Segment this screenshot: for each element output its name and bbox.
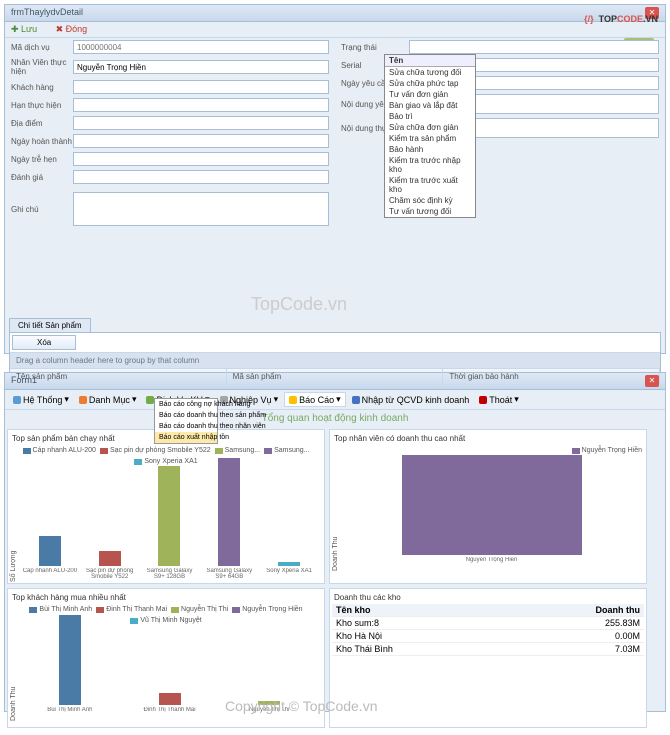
label-trangthai: Trạng thái <box>341 43 409 52</box>
dropdown-item[interactable]: Tư vấn đơn giản <box>385 89 475 100</box>
dropdown-item[interactable]: Bảo hành <box>385 144 475 155</box>
legend: Cáp nhanh ALU-200 Sạc pin dự phòng Smobi… <box>10 445 322 467</box>
copyright: Copyright © TopCode.vn <box>225 698 377 714</box>
dropdown-item[interactable]: Kiểm tra trước nhập kho <box>385 155 475 175</box>
dropdown-item[interactable]: Bàn giao và lắp đặt <box>385 100 475 111</box>
dashboard-panel: Form1 ✕ Hệ Thống ▾ Danh Mục ▾ Dịch Vụ KH… <box>4 372 666 712</box>
col-masanpham[interactable]: Mã sản phẩm <box>227 369 444 384</box>
ribbon-thoat[interactable]: Thoát ▾ <box>475 393 523 406</box>
trangthai-dropdown[interactable]: Tên Sửa chữa tương đối Sửa chữa phức tạp… <box>384 54 476 218</box>
dropdown-header: Tên <box>385 55 475 67</box>
label-ngaytrehen: Ngày trễ hẹn <box>11 155 73 164</box>
input-ngayhoanthanh[interactable] <box>73 134 329 148</box>
input-ghichu[interactable] <box>73 192 329 226</box>
chart-title: Top khách hàng mua nhiều nhất <box>10 591 322 604</box>
table-row[interactable]: Kho Hà Nội0.00M <box>332 630 644 643</box>
input-danhgia[interactable] <box>73 170 329 184</box>
dropdown-item[interactable]: Kiểm tra sản phẩm <box>385 133 475 144</box>
dropdown-item[interactable]: Chăm sóc định kỳ <box>385 195 475 206</box>
overview-title: Tổng quan hoạt động kinh doanh <box>5 410 665 427</box>
toolbar: ✚ Lưu ✖ Đóng <box>5 22 665 38</box>
dropdown-item[interactable]: Bảo trì <box>385 111 475 122</box>
menu-item[interactable]: Báo cáo công nợ khách hàng <box>155 399 217 410</box>
groupby-bar[interactable]: Drag a column header here to group by th… <box>10 352 660 369</box>
titlebar: frmThaylydvDetail ✕ <box>5 5 665 22</box>
y-axis-label: Số Lượng <box>10 467 17 582</box>
input-ngaytrehen[interactable] <box>73 152 329 166</box>
ribbon-danhmuc[interactable]: Danh Mục ▾ <box>75 393 141 406</box>
window-title: Form1 <box>11 375 37 387</box>
input-trangthai[interactable] <box>409 40 659 54</box>
chart-title: Top nhân viên có doanh thu cao nhất <box>332 432 644 445</box>
baocao-menu[interactable]: Báo cáo công nợ khách hàng Báo cáo doanh… <box>154 398 218 444</box>
label-ghichu: Ghi chú <box>11 205 73 214</box>
input-madichvu[interactable] <box>73 40 329 54</box>
ribbon-nhaptu[interactable]: Nhập từ QCVD kinh doanh <box>348 394 474 406</box>
menu-item[interactable]: Báo cáo xuất nhập tồn <box>155 432 217 443</box>
watermark: TopCode.vn <box>251 294 347 315</box>
tab-chitiet-sanpham[interactable]: Chi tiết Sản phẩm <box>9 318 91 332</box>
chart-top-sanpham: Top sản phẩm bán chạy nhất Cáp nhanh ALU… <box>7 429 325 584</box>
window-title: frmThaylydvDetail <box>11 7 83 19</box>
input-hanthuchien[interactable] <box>73 98 329 112</box>
label-nhanvien: Nhân Viên thực hiện <box>11 58 73 76</box>
save-button[interactable]: ✚ Lưu <box>11 24 45 34</box>
grid-header: Tên sản phẩm Mã sản phẩm Thời gian bảo h… <box>10 369 660 385</box>
input-khachhang[interactable] <box>73 80 329 94</box>
table-header: Tên khoDoanh thu <box>332 604 644 617</box>
dropdown-item[interactable]: Sửa chữa phức tạp <box>385 78 475 89</box>
ribbon: Hệ Thống ▾ Danh Mục ▾ Dịch Vụ KH ▾ Nghiệ… <box>5 390 665 410</box>
y-axis-label: Doanh Thu <box>10 626 17 721</box>
input-nhanvien[interactable] <box>73 60 329 74</box>
menu-item[interactable]: Báo cáo doanh thu theo nhân viên <box>155 421 217 432</box>
menu-item[interactable]: Báo cáo doanh thu theo sản phẩm <box>155 410 217 421</box>
input-diadiem[interactable] <box>73 116 329 130</box>
dropdown-item[interactable]: Tư vấn tương đối <box>385 206 475 217</box>
chart-top-nhanvien: Top nhân viên có doanh thu cao nhất Nguy… <box>329 429 647 584</box>
col-thoigian[interactable]: Thời gian bảo hành <box>443 369 660 384</box>
ribbon-hethong[interactable]: Hệ Thống ▾ <box>9 393 73 406</box>
close-icon[interactable]: ✕ <box>645 375 659 387</box>
table-row[interactable]: Kho Thái Bình7.03M <box>332 643 644 656</box>
chart-title: Doanh thu các kho <box>332 591 644 604</box>
label-danhgia: Đánh giá <box>11 173 73 182</box>
label-madichvu: Mã dịch vụ <box>11 43 73 52</box>
label-khachhang: Khách hàng <box>11 83 73 92</box>
brand-logo: {/} TOPCODE.VN <box>584 6 658 27</box>
dropdown-item[interactable]: Kiểm tra trước xuất kho <box>385 175 475 195</box>
col-tensanpham[interactable]: Tên sản phẩm <box>10 369 227 384</box>
label-ngayhoanthanh: Ngày hoàn thành <box>11 137 73 146</box>
close-button[interactable]: ✖ Đóng <box>56 24 96 34</box>
label-hanthuchien: Hạn thực hiện <box>11 101 73 110</box>
label-diadiem: Địa điểm <box>11 119 73 128</box>
delete-button[interactable]: Xóa <box>12 335 76 350</box>
dropdown-item[interactable]: Sửa chữa đơn giản <box>385 122 475 133</box>
ribbon-baocao[interactable]: Báo Cáo ▾ <box>284 392 346 407</box>
table-row[interactable]: Kho sum:8255.83M <box>332 617 644 630</box>
dropdown-item[interactable]: Sửa chữa tương đối <box>385 67 475 78</box>
y-axis-label: Doanh Thu <box>332 456 339 571</box>
